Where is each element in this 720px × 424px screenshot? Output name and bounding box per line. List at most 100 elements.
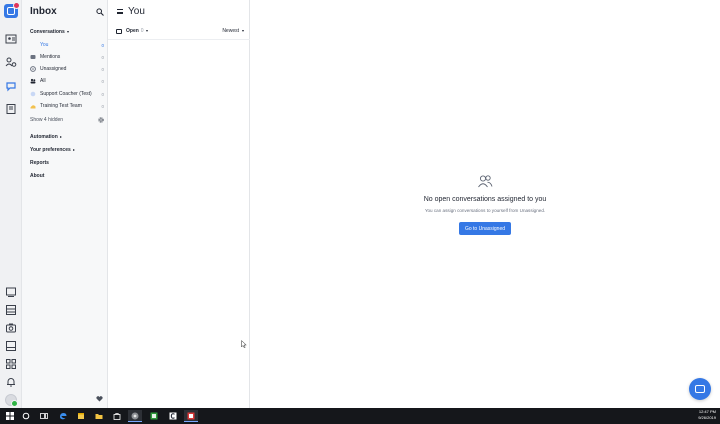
preferences-label: Your preferences xyxy=(30,147,71,153)
mention-icon xyxy=(30,55,36,59)
file-explorer-button[interactable] xyxy=(92,410,106,422)
go-to-unassigned-button[interactable]: Go to Unassigned xyxy=(459,222,511,235)
nav-item-all[interactable]: All 0 xyxy=(30,76,104,86)
search-circle-icon xyxy=(22,412,30,420)
list-header: You xyxy=(108,0,250,22)
chevron-down-icon xyxy=(145,30,148,32)
c-app-button[interactable] xyxy=(166,410,180,422)
empty-state-title: No open conversations assigned to you xyxy=(423,196,547,203)
chevron-down-icon xyxy=(66,31,69,33)
status-filter-count: 0 xyxy=(140,28,144,34)
automation-link[interactable]: Automation xyxy=(30,134,62,140)
user-avatar[interactable] xyxy=(5,394,18,407)
inbox-title: Inbox xyxy=(30,6,57,17)
nav-item-you[interactable]: You 0 xyxy=(30,40,104,50)
conversation-list-panel: You Open 0 Newest xyxy=(108,0,250,408)
status-filter-label: Open xyxy=(126,28,139,34)
nav-item-count: 0 xyxy=(101,42,104,48)
show-hidden-label: Show 4 hidden xyxy=(30,117,64,123)
chrome-browser-button[interactable] xyxy=(128,410,142,422)
nav-item-support-coacher[interactable]: Support Coacher (Test) 0 xyxy=(30,89,104,99)
inbox-chat-icon[interactable] xyxy=(4,79,18,93)
os-taskbar: 12:47 PM 9/26/2019 xyxy=(0,408,720,424)
nav-item-mentions[interactable]: Mentions 0 xyxy=(30,52,104,62)
store-bag-icon xyxy=(113,413,121,420)
c-app-icon xyxy=(169,412,177,420)
mouse-cursor-icon xyxy=(241,340,247,348)
sort-label: Newest xyxy=(222,28,239,34)
empty-state-subtitle: You can assign conversations to yourself… xyxy=(424,208,546,213)
folder-icon xyxy=(95,414,103,419)
system-clock[interactable]: 12:47 PM 9/26/2019 xyxy=(698,409,716,421)
nav-item-count: 0 xyxy=(101,78,104,84)
preferences-link[interactable]: Your preferences xyxy=(30,147,75,153)
outbound-icon[interactable] xyxy=(4,321,18,335)
reports-label: Reports xyxy=(30,160,49,166)
red-app-button[interactable] xyxy=(184,410,198,422)
edge-browser-button[interactable] xyxy=(56,410,70,422)
conversations-section-toggle[interactable]: Conversations xyxy=(30,29,69,35)
people-icon xyxy=(478,175,493,188)
user-icon xyxy=(30,42,36,48)
apps-icon[interactable] xyxy=(4,357,18,371)
nav-item-count: 0 xyxy=(101,103,104,109)
nav-item-training-test-team[interactable]: Training Test Team 0 xyxy=(30,101,104,111)
task-view-icon xyxy=(40,413,48,419)
reports-icon[interactable] xyxy=(4,303,18,317)
chevron-down-icon xyxy=(242,30,244,32)
new-message-icon[interactable] xyxy=(4,285,18,299)
icon-rail xyxy=(0,0,22,408)
start-button[interactable] xyxy=(3,410,17,422)
search-taskbar-button[interactable] xyxy=(19,410,33,422)
team-icon xyxy=(30,78,36,84)
gear-icon[interactable] xyxy=(98,117,104,123)
about-link[interactable]: About xyxy=(30,173,44,179)
red-app-icon xyxy=(187,412,195,419)
knowledge-book-icon[interactable] xyxy=(4,102,18,116)
people-settings-icon[interactable] xyxy=(4,55,18,69)
conversations-label: Conversations xyxy=(30,29,65,35)
reports-link[interactable]: Reports xyxy=(30,160,49,166)
nav-item-count: 0 xyxy=(101,54,104,60)
unassigned-icon xyxy=(30,66,36,72)
edge-browser-icon xyxy=(60,413,67,420)
chrome-browser-icon xyxy=(131,412,139,419)
notifications-icon[interactable] xyxy=(4,375,18,389)
nav-item-count: 0 xyxy=(101,66,104,72)
messenger-launcher-icon[interactable] xyxy=(689,378,711,400)
nav-item-label: Support Coacher (Test) xyxy=(40,91,92,97)
nav-item-label: Training Test Team xyxy=(40,103,82,109)
bot-icon xyxy=(30,91,36,97)
nav-item-label: You xyxy=(40,42,49,48)
show-hidden-link[interactable]: Show 4 hidden xyxy=(30,117,104,123)
green-app-button[interactable] xyxy=(147,410,161,422)
clock-date: 9/26/2019 xyxy=(698,415,716,420)
status-filter-dropdown[interactable]: Open 0 xyxy=(116,28,148,34)
nav-item-unassigned[interactable]: Unassigned 0 xyxy=(30,64,104,74)
list-title: You xyxy=(128,6,145,17)
articles-icon[interactable] xyxy=(4,339,18,353)
conversation-detail-panel: No open conversations assigned to you Yo… xyxy=(250,0,720,408)
about-label: About xyxy=(30,173,45,179)
store-button[interactable] xyxy=(110,410,124,422)
heart-icon[interactable] xyxy=(96,396,103,402)
hamburger-menu-icon[interactable] xyxy=(117,9,123,14)
nav-item-label: Unassigned xyxy=(40,66,67,72)
chevron-right-icon xyxy=(59,136,62,138)
automation-label: Automation xyxy=(30,134,58,140)
inbox-nav: Inbox Conversations You 0 Mentions 0 Una… xyxy=(22,0,108,408)
sticky-notes-button[interactable] xyxy=(74,410,88,422)
sort-dropdown[interactable]: Newest xyxy=(222,28,244,34)
task-view-button[interactable] xyxy=(37,410,51,422)
search-icon[interactable] xyxy=(96,8,104,16)
nav-item-label: Mentions xyxy=(40,54,61,60)
windows-logo-icon xyxy=(6,412,14,420)
nav-item-label: All xyxy=(40,78,46,84)
app-window: Inbox Conversations You 0 Mentions 0 Una… xyxy=(0,0,720,408)
hand-icon xyxy=(30,105,36,109)
contacts-icon[interactable] xyxy=(4,32,18,46)
green-app-icon xyxy=(150,412,158,420)
sticky-notes-icon xyxy=(78,413,84,419)
app-logo-icon[interactable] xyxy=(4,2,20,18)
inbox-tray-icon xyxy=(116,28,122,34)
